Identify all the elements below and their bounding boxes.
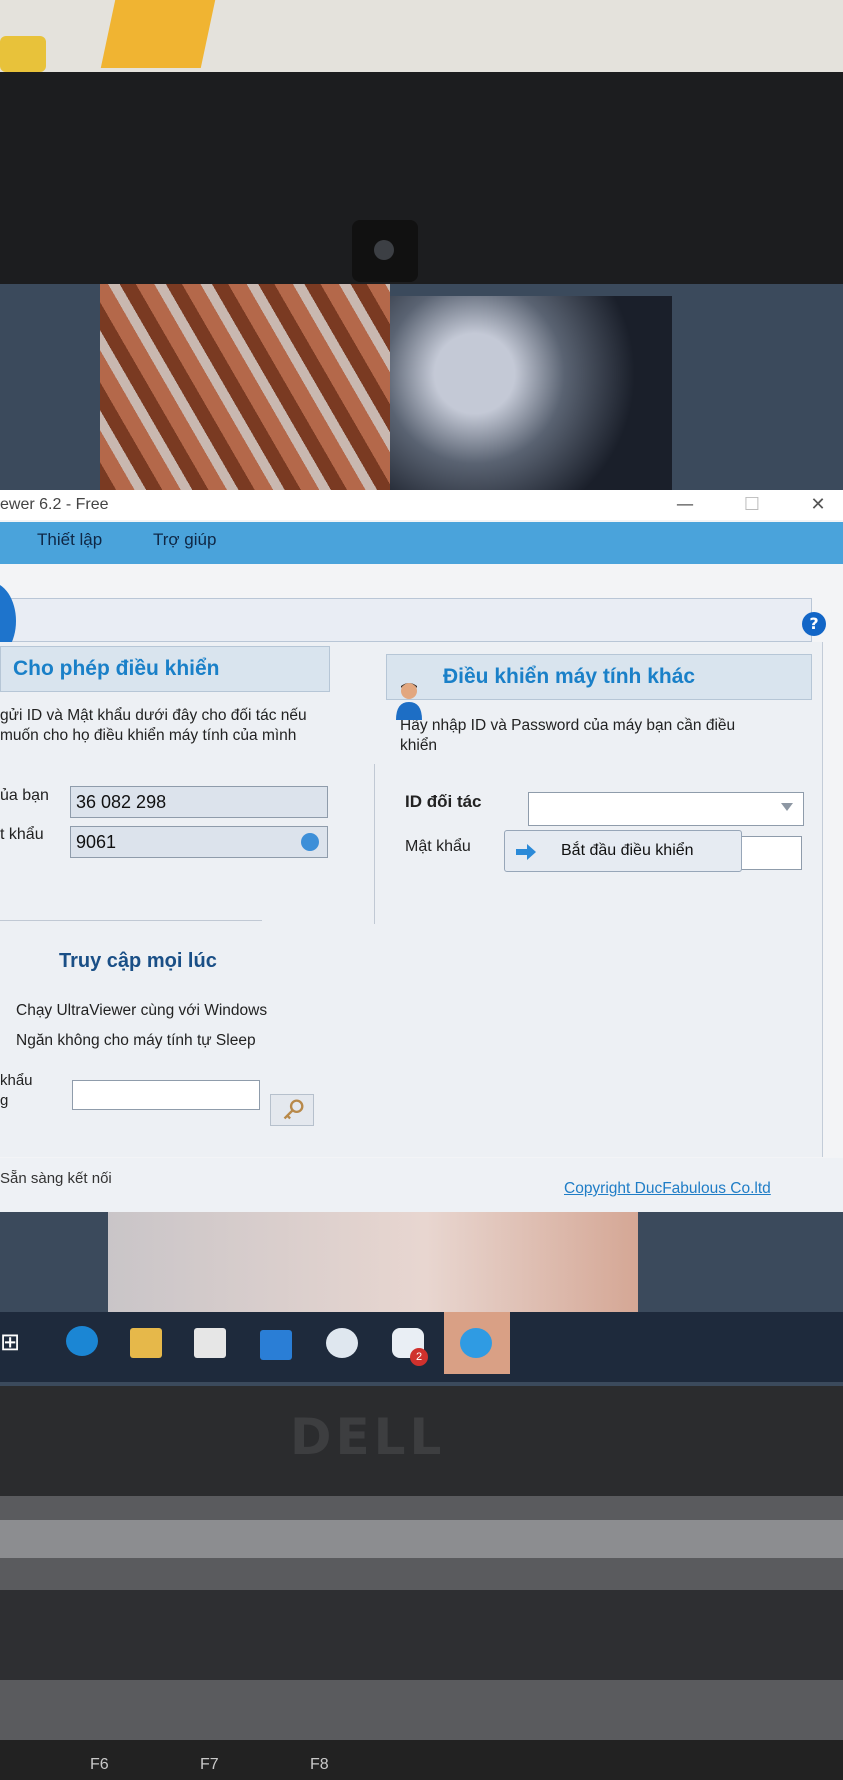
partner-id-dropdown[interactable] [528,792,804,826]
chrome-icon[interactable] [326,1328,358,1358]
dell-logo: DELL [290,1408,446,1466]
always-access-title: Truy cập mọi lúc [59,950,217,972]
edge-icon[interactable] [66,1326,98,1356]
allow-control-desc-2: muốn cho họ điều khiển máy tính của mình [0,727,297,744]
menu-settings[interactable]: Thiết lập [37,530,102,550]
section-divider [374,764,375,924]
maximize-button[interactable]: ☐ [727,490,777,520]
store-icon[interactable] [194,1328,226,1358]
section-divider-horizontal [0,920,262,921]
copyright-link[interactable]: Copyright DucFabulous Co.ltd [564,1180,771,1198]
wallpaper-bottom [108,1212,638,1318]
always-password-label-2: g [0,1092,9,1109]
control-other-desc-2: khiển [400,737,438,754]
user-icon [396,683,422,720]
file-explorer-icon[interactable] [130,1328,162,1358]
webcam-icon [352,220,418,282]
task-view-icon[interactable]: ⊞ [0,1328,22,1358]
keyboard-hinge [0,1520,843,1558]
arrow-right-icon [516,844,536,860]
desk-background [0,0,843,80]
menu-bar: Thiết lập Trợ giúp [0,522,843,564]
key-button[interactable] [270,1094,314,1126]
chevron-down-icon[interactable] [781,803,793,811]
toolbar [0,598,812,642]
minimize-button[interactable]: — [660,490,710,520]
desk-object [100,0,216,68]
menu-help[interactable]: Trợ giúp [153,530,216,550]
f7-key[interactable]: F7 [200,1756,219,1774]
prevent-sleep-option[interactable]: Ngăn không cho máy tính tự Sleep [16,1032,256,1050]
keyboard-deck [0,1590,843,1680]
your-password-value: 9061 [76,832,117,852]
status-bar: Sẵn sàng kết nối Copyright DucFabulous C… [0,1158,843,1212]
ultraviewer-icon[interactable] [460,1328,492,1358]
always-password-input[interactable] [72,1080,260,1110]
start-control-label: Bắt đầu điều khiển [561,842,694,859]
wallpaper-left [100,284,390,490]
mail-icon[interactable] [260,1330,292,1360]
laptop-top-bezel [0,72,843,284]
start-control-button[interactable]: Bắt đầu điều khiển [504,830,742,872]
desk-object [0,36,46,72]
window-title: ewer 6.2 - Free [0,496,109,513]
partner-password-label: Mật khẩu [405,838,471,855]
allow-control-title: Cho phép điều khiển [0,646,330,692]
run-with-windows-option[interactable]: Chạy UltraViewer cùng với Windows [16,1002,267,1020]
partner-id-label: ID đối tác [405,792,482,811]
your-password-label: t khẩu [0,826,44,843]
title-bar[interactable]: ewer 6.2 - Free — ☐ ✕ [0,490,843,520]
allow-control-desc-1: gửi ID và Mật khẩu dưới đây cho đối tác … [0,707,307,724]
ultraviewer-window: ewer 6.2 - Free — ☐ ✕ Thiết lập Trợ giúp… [0,490,843,1212]
your-id-label: ủa bạn [0,787,49,804]
refresh-password-icon[interactable] [301,833,319,851]
control-other-desc-1: Hãy nhập ID và Password của máy bạn cần … [400,717,736,734]
your-id-field[interactable]: 36 082 298 [70,786,328,818]
close-button[interactable]: ✕ [793,490,843,520]
wallpaper-right [390,296,672,490]
always-password-label-1: khẩu [0,1072,33,1089]
your-password-field[interactable]: 9061 [70,826,328,858]
f6-key[interactable]: F6 [90,1756,109,1774]
f8-key[interactable]: F8 [310,1756,329,1774]
key-icon [283,1099,304,1120]
notification-badge: 2 [410,1348,428,1366]
help-button[interactable]: ? [802,612,826,636]
status-text: Sẵn sàng kết nối [0,1170,112,1187]
function-key-row: F6 F7 F8 [0,1740,843,1780]
control-other-title: Điều khiển máy tính khác [386,654,812,700]
